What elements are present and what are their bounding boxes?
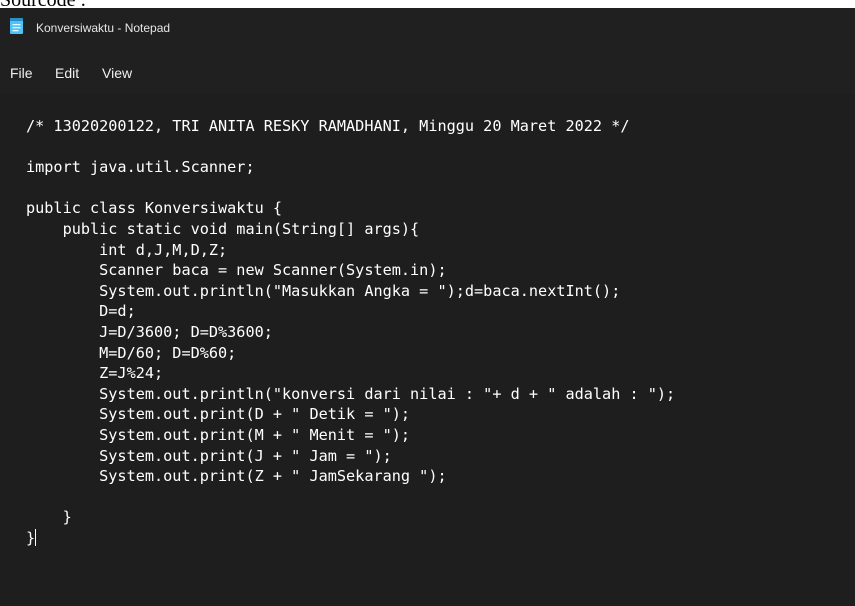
code-line: System.out.print(Z + " JamSekarang ");	[26, 467, 447, 486]
code-line: }	[26, 508, 72, 527]
code-text[interactable]: /* 13020200122, TRI ANITA RESKY RAMADHAN…	[26, 116, 675, 548]
notepad-window: Konversiwaktu - Notepad File Edit View /…	[0, 8, 855, 606]
code-line: System.out.print(J + " Jam = ");	[26, 446, 392, 465]
code-line: int d,J,M,D,Z;	[26, 240, 228, 259]
code-line: System.out.print(M + " Menit = ");	[26, 425, 411, 444]
code-line: D=d;	[26, 302, 136, 321]
code-line: M=D/60; D=D%60;	[26, 343, 237, 362]
notepad-icon	[10, 18, 23, 34]
code-line: Scanner baca = new Scanner(System.in);	[26, 261, 447, 280]
code-line: Z=J%24;	[26, 364, 164, 383]
window-title: Konversiwaktu - Notepad	[36, 21, 171, 35]
document-caption: Sourcode :	[0, 0, 86, 8]
code-line: System.out.println("Masukkan Angka = ");…	[26, 281, 621, 300]
code-line: import java.util.Scanner;	[26, 158, 255, 177]
code-line: System.out.print(D + " Detik = ");	[26, 405, 411, 424]
menu-edit[interactable]: Edit	[55, 65, 79, 81]
text-editor[interactable]: /* 13020200122, TRI ANITA RESKY RAMADHAN…	[0, 94, 855, 606]
code-line: }	[26, 528, 36, 547]
code-line: System.out.println("konversi dari nilai …	[26, 384, 676, 403]
menu-file[interactable]: File	[10, 65, 33, 81]
title-bar[interactable]: Konversiwaktu - Notepad	[0, 8, 855, 48]
menu-view[interactable]: View	[102, 65, 132, 81]
code-line: /* 13020200122, TRI ANITA RESKY RAMADHAN…	[26, 117, 630, 135]
code-line: J=D/3600; D=D%3600;	[26, 322, 273, 341]
code-line: public class Konversiwaktu {	[26, 199, 283, 218]
menu-bar: File Edit View	[0, 48, 855, 94]
code-line: public static void main(String[] args){	[26, 219, 420, 238]
text-caret	[35, 528, 37, 546]
